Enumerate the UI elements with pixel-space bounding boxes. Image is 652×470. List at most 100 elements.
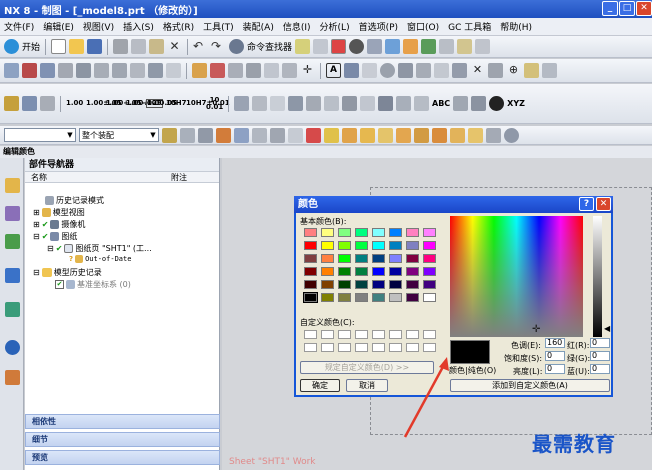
snap-tangent-icon[interactable] [396, 127, 411, 143]
basic-color-swatch[interactable] [406, 267, 419, 276]
view-style-icon[interactable] [234, 96, 249, 111]
check-icon[interactable]: ✔ [42, 220, 49, 229]
tree-item[interactable]: ⊞ 模型视图 [33, 207, 85, 218]
basic-color-swatch[interactable] [338, 293, 351, 302]
inferred-dimension-icon[interactable] [4, 96, 19, 111]
projected-view-icon[interactable] [58, 63, 73, 78]
menu-preferences[interactable]: 首选项(P) [359, 20, 398, 33]
preview-panel[interactable]: 预览 [25, 450, 220, 465]
revolved-section-icon[interactable] [130, 63, 145, 78]
intersection-symbol-icon[interactable] [452, 63, 467, 78]
select-edge-icon[interactable] [234, 127, 249, 143]
symbol-icon[interactable] [306, 96, 321, 111]
measure-icon[interactable] [403, 39, 419, 54]
collapse-icon[interactable]: ⊟ [47, 244, 54, 253]
snap-view-icon[interactable] [295, 39, 311, 54]
custom-color-slot[interactable] [372, 330, 385, 339]
basic-color-swatch[interactable] [338, 228, 351, 237]
render-icon[interactable] [489, 96, 505, 111]
basic-color-swatch[interactable] [372, 293, 385, 302]
snap-line-icon[interactable] [468, 127, 483, 143]
basic-color-swatch[interactable] [355, 241, 368, 250]
basic-color-swatch[interactable] [423, 280, 436, 289]
details-panel[interactable]: 细节 [25, 432, 220, 447]
snap-box-icon[interactable] [486, 127, 501, 143]
basic-color-swatch[interactable] [423, 228, 436, 237]
paste-icon[interactable] [149, 39, 165, 54]
basic-color-swatch[interactable] [389, 293, 402, 302]
crosshair-icon[interactable]: ✛ [300, 63, 315, 78]
update-view-icon[interactable] [192, 63, 207, 78]
menu-gc-toolkit[interactable]: GC 工具箱 [448, 20, 491, 33]
new-file-icon[interactable] [51, 39, 67, 54]
menu-tools[interactable]: 工具(T) [203, 20, 234, 33]
luminance-slider[interactable] [593, 216, 602, 337]
dependencies-panel[interactable]: 相依性 [25, 414, 220, 429]
view-dependent-edit-icon[interactable] [210, 63, 225, 78]
clock-tab-icon[interactable] [5, 340, 20, 355]
sheet-icon[interactable] [22, 63, 37, 78]
dim-format-3[interactable]: 1.00+.05-.02 [106, 100, 157, 107]
custom-color-slot[interactable] [389, 330, 402, 339]
basic-color-swatch[interactable] [355, 228, 368, 237]
origin-icon[interactable] [270, 96, 285, 111]
delete-icon[interactable]: ✕ [167, 39, 182, 54]
roles-tab-icon[interactable] [5, 370, 20, 385]
column-note[interactable]: 附注 [165, 172, 187, 182]
cross-icon[interactable]: ✕ [470, 63, 485, 78]
custom-color-slot[interactable] [406, 343, 419, 352]
blue-field[interactable]: 0 [590, 364, 610, 374]
web-browser-tab-icon[interactable] [5, 268, 20, 283]
half-section-icon[interactable] [112, 63, 127, 78]
assembly-navigator-tab-icon[interactable] [5, 206, 20, 221]
move-view-icon[interactable] [228, 63, 243, 78]
snap-center-icon[interactable] [342, 127, 357, 143]
select-point-icon[interactable] [270, 127, 285, 143]
basic-color-swatch[interactable] [304, 228, 317, 237]
base-view-icon[interactable] [40, 63, 55, 78]
custom-color-slot[interactable] [355, 330, 368, 339]
break-view-icon[interactable] [148, 63, 163, 78]
custom-color-slot[interactable] [338, 330, 351, 339]
expand-icon[interactable]: ⊞ [33, 220, 40, 229]
red-field[interactable]: 0 [590, 338, 610, 348]
basic-color-swatch[interactable] [355, 254, 368, 263]
add-to-custom-colors-button[interactable]: 添加到自定义颜色(A) [450, 379, 610, 392]
help-button[interactable]: ? [579, 197, 594, 211]
view-boundary-icon[interactable] [264, 63, 279, 78]
align-view-icon[interactable] [246, 63, 261, 78]
part-navigator-tab-icon[interactable] [5, 178, 20, 193]
basic-color-swatch[interactable] [372, 254, 385, 263]
check-icon[interactable]: ✔ [42, 232, 49, 241]
vertical-dimension-icon[interactable] [40, 96, 55, 111]
note-icon[interactable]: A [326, 63, 341, 78]
minimize-button[interactable]: _ [602, 1, 618, 16]
basic-color-swatch[interactable] [338, 254, 351, 263]
arrow-icon[interactable] [471, 96, 487, 111]
select-body-icon[interactable] [216, 127, 231, 143]
basic-color-swatch[interactable] [338, 267, 351, 276]
select-all-icon[interactable] [180, 127, 195, 143]
close-button[interactable]: ✕ [636, 1, 652, 16]
basic-color-swatch[interactable] [321, 254, 334, 263]
custom-color-slot[interactable] [406, 330, 419, 339]
luminance-arrow-icon[interactable]: ◀ [604, 324, 610, 333]
tree-item[interactable]: ⊟ ✔ 图纸页 "SHT1" (工... [47, 243, 152, 254]
basic-color-swatch[interactable] [303, 292, 318, 303]
basic-color-swatch[interactable] [423, 267, 436, 276]
basic-color-swatch[interactable] [423, 293, 436, 302]
collapse-icon[interactable]: ⊟ [33, 268, 40, 277]
custom-color-slot[interactable] [389, 343, 402, 352]
menu-information[interactable]: 信息(I) [283, 20, 311, 33]
dim-format-1[interactable]: 1.00 [66, 100, 83, 107]
custom-color-slot[interactable] [423, 330, 436, 339]
dim-format-6[interactable]: 10H7 [166, 100, 186, 107]
dim-format-7[interactable]: 10H7±0.01 [186, 100, 230, 107]
tolerance-icon[interactable] [342, 96, 357, 111]
hue-field[interactable]: 160 [545, 338, 565, 348]
part-icon[interactable] [385, 39, 401, 54]
print-icon[interactable] [439, 39, 455, 54]
checkbox-icon[interactable]: ✔ [55, 280, 64, 289]
open-folder-icon[interactable] [69, 39, 85, 54]
basic-color-swatch[interactable] [304, 267, 317, 276]
